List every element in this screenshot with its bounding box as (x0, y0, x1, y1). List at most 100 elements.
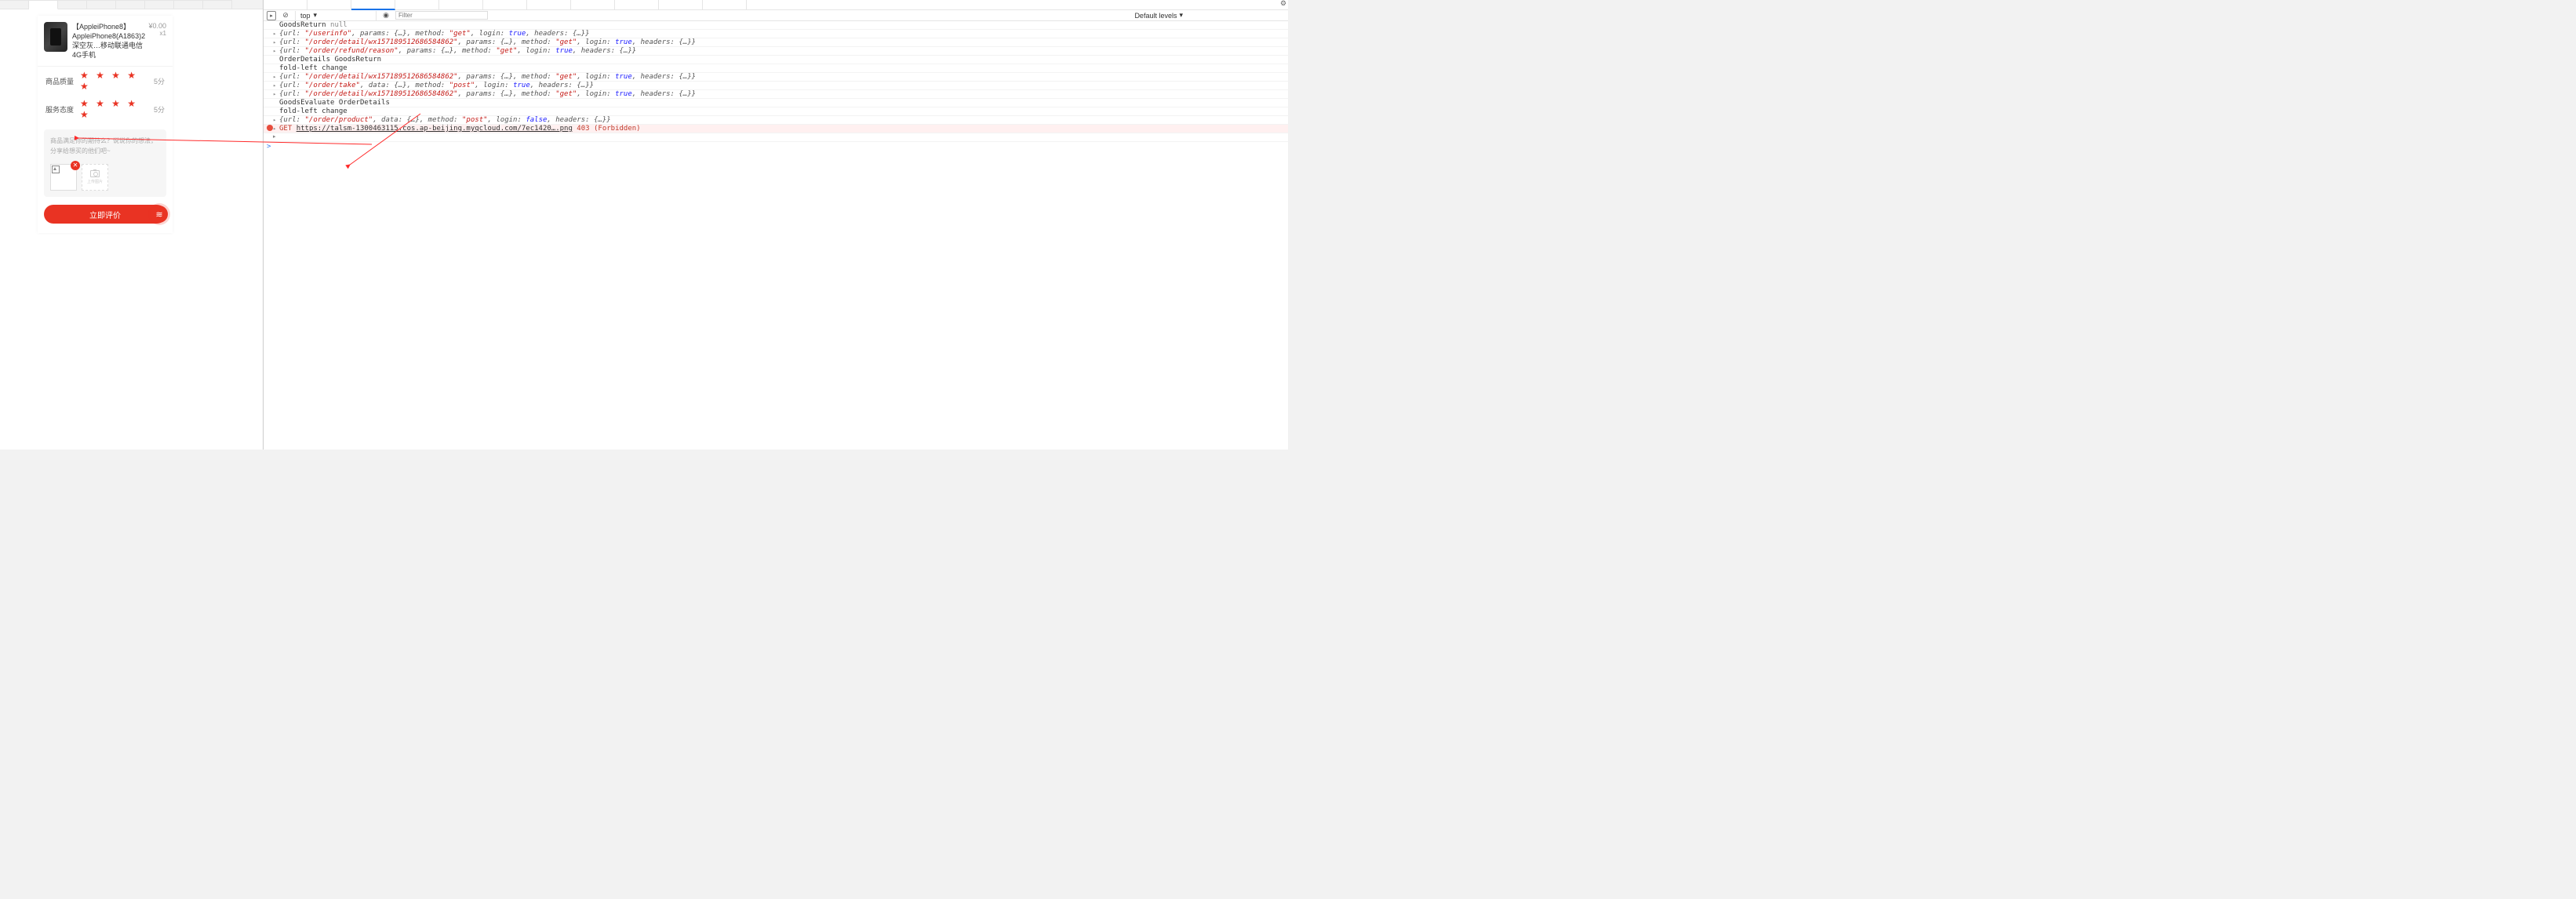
emulator-tabstrip (0, 0, 263, 9)
console-row[interactable]: fold-left change (264, 64, 1288, 73)
emulator-tab[interactable] (0, 0, 29, 9)
console-row[interactable]: ▸{url: "/order/take", data: {…}, method:… (264, 82, 1288, 90)
console-message: {url: "/order/detail/wx15718951268658486… (279, 38, 1285, 46)
context-selector[interactable]: top ▾ (300, 11, 371, 20)
devtools-tab[interactable] (264, 0, 307, 10)
product-price-block: ¥0.00 x1 (148, 22, 166, 37)
expand-arrow-icon[interactable]: ▸ (273, 116, 279, 124)
devtools-tabstrip (264, 0, 1288, 10)
devtools-tab[interactable] (439, 0, 483, 10)
submit-evaluate-button[interactable]: 立即评价 ≋ (44, 205, 166, 224)
upload-add-button[interactable]: 上传图片 (82, 164, 108, 191)
prompt-icon: > (267, 143, 271, 151)
console-filter-input[interactable] (395, 11, 488, 20)
devtools-tab[interactable] (615, 0, 659, 10)
console-row[interactable]: ▸{url: "/order/detail/wx1571895126865848… (264, 73, 1288, 82)
camera-icon (90, 170, 100, 177)
emulator-tab[interactable] (145, 0, 174, 9)
product-price: ¥0.00 (148, 22, 166, 30)
expand-arrow-icon[interactable]: ▸ (273, 90, 279, 98)
expand-arrow-icon[interactable]: ▸ (273, 82, 279, 89)
console-message: {url: "/order/detail/wx15718951268658486… (279, 73, 1285, 81)
expand-arrow-icon[interactable]: ▸ (273, 125, 279, 133)
rating-score: 5分 (154, 104, 165, 115)
console-prompt[interactable]: > (264, 142, 1288, 151)
console-row[interactable]: ▸{url: "/order/refund/reason", params: {… (264, 47, 1288, 56)
devtools-panel: ▸ ⊘ top ▾ ◉ Default levels ▾ GoodsReturn… (263, 0, 1288, 449)
console-message: {url: "/userinfo", params: {…}, method: … (279, 30, 1285, 38)
devtools-tab[interactable] (307, 0, 351, 10)
product-row: 【AppleiPhone8】AppleiPhone8(A1863)256GB深空… (38, 16, 173, 67)
expand-arrow-icon[interactable]: ▸ (273, 73, 279, 81)
devtools-tab[interactable] (483, 0, 527, 10)
submit-label: 立即评价 (89, 209, 121, 220)
emulator-pane: 【AppleiPhone8】AppleiPhone8(A1863)256GB深空… (0, 0, 263, 449)
eye-icon[interactable]: ◉ (381, 11, 391, 20)
product-image (44, 22, 67, 52)
emulator-tab[interactable] (174, 0, 203, 9)
console-message: {url: "/order/take", data: {…}, method: … (279, 82, 1285, 89)
fab-icon: ≋ (155, 209, 162, 220)
star-rating[interactable]: ★ ★ ★ ★ ★ (80, 70, 154, 92)
clear-console-icon[interactable]: ⊘ (281, 11, 290, 20)
expand-arrow-icon[interactable]: ▸ (273, 38, 279, 46)
console-row[interactable]: GoodsEvaluate OrderDetails (264, 99, 1288, 107)
expand-arrow-icon[interactable]: ▸ (273, 47, 279, 55)
console-error-row[interactable]: ▸GET https://talsm-1300463115.cos.ap-bei… (264, 125, 1288, 133)
devtools-tab[interactable] (659, 0, 703, 10)
console-message: GET https://talsm-1300463115.cos.ap-beij… (279, 125, 1285, 133)
levels-label: Default levels (1134, 12, 1177, 20)
emulator-tab[interactable] (87, 0, 116, 9)
toolbar-divider (376, 11, 377, 20)
broken-image-icon (52, 166, 60, 173)
emulator-tab[interactable] (116, 0, 145, 9)
console-row[interactable]: OrderDetails GoodsReturn (264, 56, 1288, 64)
console-output: GoodsReturn null▸{url: "/userinfo", para… (264, 21, 1288, 133)
devtools-tab[interactable] (527, 0, 571, 10)
emulator-tab[interactable] (203, 0, 232, 9)
console-message: {url: "/order/product", data: {…}, metho… (279, 116, 1285, 124)
comment-box[interactable]: 商品满足你的期待么？说说你的想法，分享给想买的他们吧~ ✕ 上传图片 (44, 129, 166, 197)
console-row[interactable]: ▸{url: "/order/detail/wx1571895126865848… (264, 90, 1288, 99)
product-title: 【AppleiPhone8】AppleiPhone8(A1863)256GB深空… (72, 22, 145, 60)
console-message: fold-left change (279, 64, 1285, 72)
console-message: {url: "/order/refund/reason", params: {…… (279, 47, 1285, 55)
devtools-tab-console[interactable] (351, 0, 395, 10)
console-message: GoodsReturn null (279, 21, 1285, 29)
devtools-tab[interactable] (703, 0, 747, 10)
chevron-down-icon: ▾ (1179, 11, 1183, 20)
rating-label: 商品质量 (45, 76, 80, 86)
console-row[interactable]: ▸{url: "/order/detail/wx1571895126865848… (264, 38, 1288, 47)
console-message: OrderDetails GoodsReturn (279, 56, 1285, 64)
gear-icon[interactable] (1280, 0, 1288, 8)
expand-arrow-icon[interactable]: ▸ (273, 30, 279, 38)
console-message: {url: "/order/detail/wx15718951268658486… (279, 90, 1285, 98)
console-expand-row[interactable]: ▸ (264, 133, 1288, 142)
log-levels-dropdown[interactable]: Default levels ▾ (1134, 11, 1183, 20)
console-row[interactable]: ▸{url: "/order/product", data: {…}, meth… (264, 116, 1288, 125)
star-rating[interactable]: ★ ★ ★ ★ ★ (80, 98, 154, 120)
devtools-tab[interactable] (571, 0, 615, 10)
row-gutter (267, 125, 273, 131)
console-row[interactable]: GoodsReturn null (264, 21, 1288, 30)
toolbar-divider (295, 11, 296, 20)
rating-row-quality: 商品质量 ★ ★ ★ ★ ★ 5分 (38, 67, 173, 95)
console-toolbar: ▸ ⊘ top ▾ ◉ Default levels ▾ (264, 10, 1288, 21)
emulator-tab-active[interactable] (29, 0, 58, 9)
devtools-tab[interactable] (395, 0, 439, 10)
rating-score: 5分 (154, 76, 165, 86)
rating-row-service: 服务态度 ★ ★ ★ ★ ★ 5分 (38, 95, 173, 123)
console-message: GoodsEvaluate OrderDetails (279, 99, 1285, 107)
emulator-tab[interactable] (58, 0, 87, 9)
upload-thumbnail-broken[interactable]: ✕ (50, 164, 77, 191)
error-url-link[interactable]: https://talsm-1300463115.cos.ap-beijing.… (297, 125, 573, 133)
device-frame: 【AppleiPhone8】AppleiPhone8(A1863)256GB深空… (38, 16, 173, 233)
rating-label: 服务态度 (45, 104, 80, 115)
remove-upload-button[interactable]: ✕ (71, 161, 80, 170)
expand-arrow-icon[interactable]: ▸ (273, 133, 279, 141)
console-row[interactable]: fold-left change (264, 107, 1288, 116)
console-message: fold-left change (279, 107, 1285, 115)
console-row[interactable]: ▸{url: "/userinfo", params: {…}, method:… (264, 30, 1288, 38)
pause-icon[interactable]: ▸ (267, 11, 276, 20)
floating-action-button[interactable]: ≋ (151, 206, 168, 223)
